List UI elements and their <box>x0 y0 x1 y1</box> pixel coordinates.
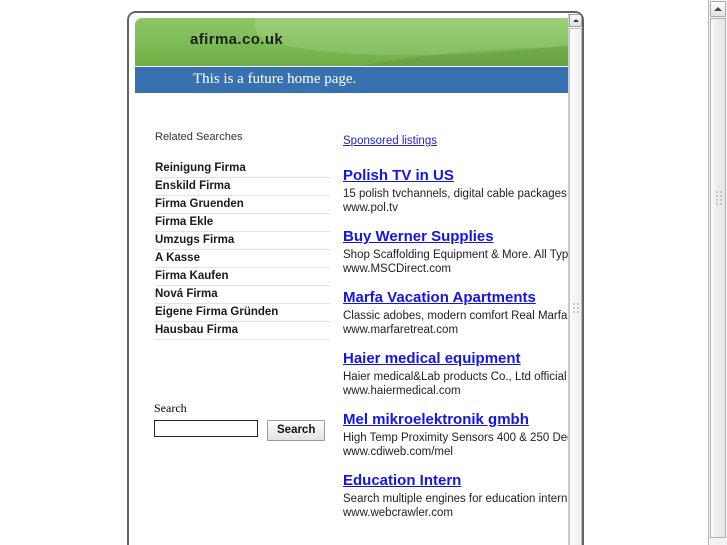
related-search-item[interactable]: Nová Firma <box>155 286 330 304</box>
search-row: Search <box>154 420 334 441</box>
ad-listing: Polish TV in US 15 polish tvchannels, di… <box>343 167 569 214</box>
ad-url: www.cdiweb.com/mel <box>343 446 453 458</box>
ad-listing: Buy Werner Supplies Shop Scaffolding Equ… <box>343 228 569 275</box>
browser-scrollbar[interactable] <box>708 0 727 545</box>
related-searches-list: Reinigung Firma Enskild Firma Firma Grue… <box>155 160 330 340</box>
ad-title-link[interactable]: Haier medical equipment <box>343 350 521 367</box>
related-search-item[interactable]: Firma Gruenden <box>155 196 330 214</box>
related-search-item[interactable]: Hausbau Firma <box>155 322 330 340</box>
inner-scrollbar-thumb[interactable] <box>569 28 582 545</box>
ad-title-link[interactable]: Education Intern <box>343 472 461 489</box>
related-search-item[interactable]: Eigene Firma Gründen <box>155 304 330 322</box>
ad-url: www.pol.tv <box>343 202 398 214</box>
ad-listing: Mel mikroelektronik gmbh High Temp Proxi… <box>343 411 569 458</box>
page-preview-frame: afirma.co.uk This is a future home page.… <box>127 11 584 545</box>
scrollbar-thumb[interactable] <box>710 18 726 538</box>
ad-description: High Temp Proximity Sensors 400 & 250 De… <box>343 432 569 444</box>
inner-scrollbar-grip <box>573 303 581 317</box>
search-label: Search <box>154 401 187 415</box>
search-widget: Search Search <box>154 401 334 441</box>
ad-url: www.marfaretreat.com <box>343 324 459 336</box>
related-search-item[interactable]: Umzugs Firma <box>155 232 330 250</box>
ad-url: www.webcrawler.com <box>343 507 453 519</box>
chevron-up-icon <box>572 18 579 22</box>
scroll-up-button[interactable] <box>710 1 726 17</box>
search-input[interactable] <box>154 420 258 437</box>
page-document: afirma.co.uk This is a future home page.… <box>129 13 569 545</box>
ad-listing: Haier medical equipment Haier medical&La… <box>343 350 569 397</box>
inner-scrollbar[interactable] <box>568 13 582 545</box>
ad-url: www.haiermedical.com <box>343 385 461 397</box>
related-search-item[interactable]: Firma Kaufen <box>155 268 330 286</box>
ad-listing: Education Intern Search multiple engines… <box>343 472 569 519</box>
search-button[interactable]: Search <box>267 420 326 441</box>
ad-title-link[interactable]: Buy Werner Supplies <box>343 228 494 245</box>
ad-description: Haier medical&Lab products Co., Ltd offi… <box>343 371 569 383</box>
scrollbar-grip <box>716 191 725 209</box>
related-searches-heading: Related Searches <box>155 131 243 143</box>
ad-title-link[interactable]: Marfa Vacation Apartments <box>343 289 536 306</box>
tagline-bar: This is a future home page. <box>135 67 569 93</box>
sponsored-listings-panel: Sponsored listings Polish TV in US 15 po… <box>343 131 569 533</box>
site-banner: afirma.co.uk <box>135 18 569 66</box>
ad-title-link[interactable]: Polish TV in US <box>343 167 454 184</box>
related-searches-panel: Related Searches Reinigung Firma Enskild… <box>155 131 330 340</box>
related-search-item[interactable]: Reinigung Firma <box>155 160 330 178</box>
related-search-item[interactable]: Firma Ekle <box>155 214 330 232</box>
site-title: afirma.co.uk <box>190 31 284 48</box>
ad-description: Classic adobes, modern comfort Real Marf… <box>343 310 569 322</box>
ad-url: www.MSCDirect.com <box>343 263 451 275</box>
ad-description: Shop Scaffolding Equipment & More. All T… <box>343 249 569 261</box>
ad-description: Search multiple engines for education in… <box>343 493 568 505</box>
sponsored-listings-link[interactable]: Sponsored listings <box>343 135 437 147</box>
ad-title-link[interactable]: Mel mikroelektronik gmbh <box>343 411 529 428</box>
ad-listing: Marfa Vacation Apartments Classic adobes… <box>343 289 569 336</box>
tagline-text: This is a future home page. <box>193 71 357 87</box>
related-search-item[interactable]: A Kasse <box>155 250 330 268</box>
chevron-up-icon <box>714 7 722 11</box>
ad-description: 15 polish tvchannels, digital cable pack… <box>343 188 569 200</box>
inner-scroll-up-button[interactable] <box>569 14 582 27</box>
related-search-item[interactable]: Enskild Firma <box>155 178 330 196</box>
